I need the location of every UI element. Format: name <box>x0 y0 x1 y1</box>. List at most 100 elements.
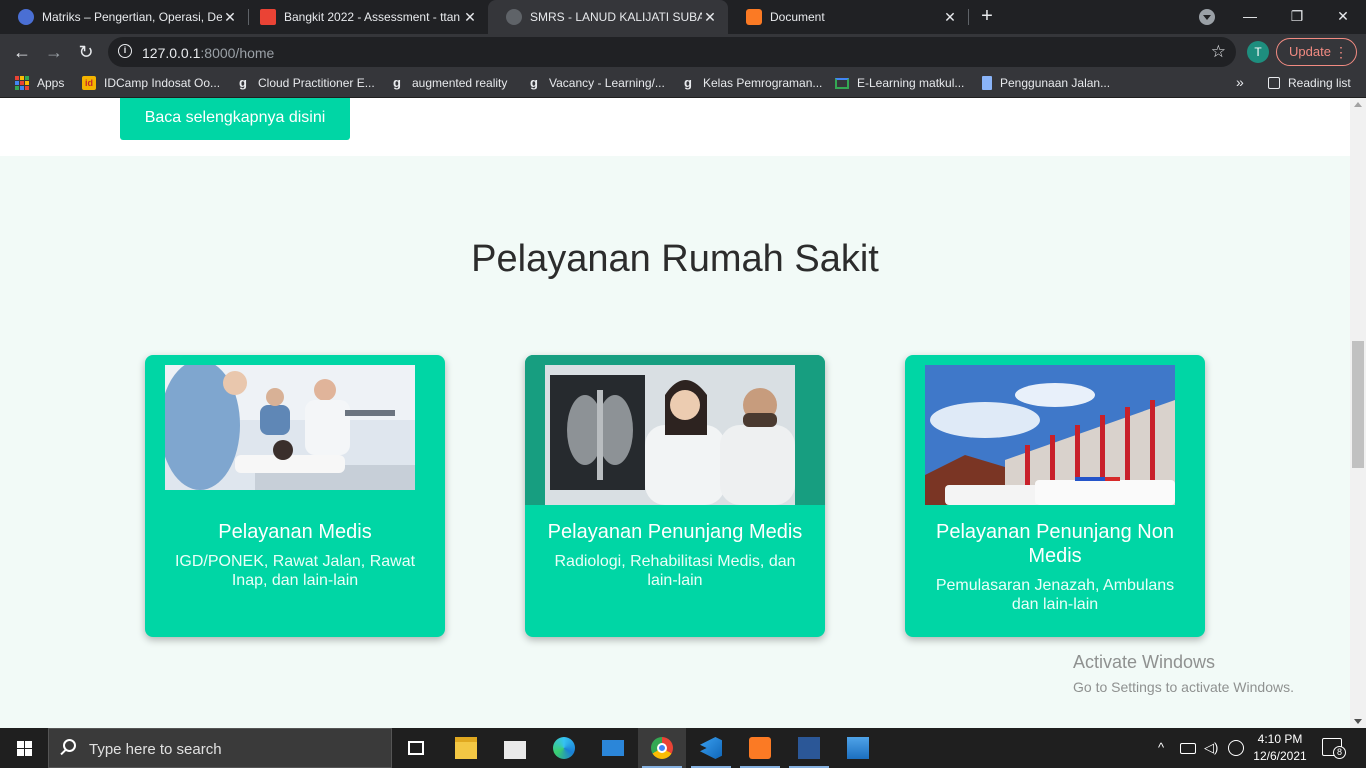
windows-logo-icon <box>17 741 24 748</box>
site-favicon-icon <box>18 9 34 25</box>
start-button[interactable] <box>0 728 48 768</box>
task-view-icon <box>408 741 424 755</box>
dicoding-icon: g <box>239 75 247 90</box>
close-window-button[interactable]: ✕ <box>1320 0 1366 34</box>
folder-icon <box>455 737 477 759</box>
maximize-button[interactable]: ❐ <box>1274 0 1320 34</box>
close-tab-icon[interactable]: ✕ <box>942 9 958 26</box>
url-path: :8000/home <box>200 45 275 61</box>
tab-title: Matriks – Pengertian, Operasi, De <box>42 10 222 24</box>
store-bag-icon <box>504 737 526 759</box>
bookmark-label: Penggunaan Jalan... <box>1000 76 1111 90</box>
bookmark-penggunaan-jalan[interactable]: Penggunaan Jalan... <box>982 76 1110 90</box>
service-card-medis[interactable]: Pelayanan Medis IGD/PONEK, Rawat Jalan, … <box>145 355 445 637</box>
read-more-button[interactable]: Baca selengkapnya disini <box>120 98 350 140</box>
bookmark-idcamp[interactable]: id IDCamp Indosat Oo... <box>82 76 220 90</box>
card-description: Pemulasaran Jenazah, Ambulans dan lain-l… <box>935 577 1175 613</box>
show-hidden-icons-icon[interactable]: ^ <box>1158 740 1164 755</box>
windows-logo-pane <box>25 749 32 756</box>
address-bar[interactable]: i 127.0.0.1:8000/home ☆ <box>108 37 1236 67</box>
close-tab-icon[interactable]: ✕ <box>702 9 718 26</box>
section-title: Pelayanan Rumah Sakit <box>471 238 879 280</box>
xampp-icon <box>746 9 762 25</box>
windows-logo-pane <box>17 749 24 756</box>
tab-search-icon[interactable] <box>1199 9 1215 25</box>
bookmarks-bar: Apps id IDCamp Indosat Oo... g Cloud Pra… <box>0 70 1366 98</box>
battery-icon[interactable] <box>1180 743 1196 754</box>
taskbar-vscode[interactable] <box>687 728 735 768</box>
notification-center-icon[interactable]: 8 <box>1322 738 1346 759</box>
taskbar-search-box[interactable]: Type here to search <box>48 728 392 768</box>
bookmark-label: IDCamp Indosat Oo... <box>104 76 221 90</box>
forward-button[interactable]: → <box>40 38 68 66</box>
update-button[interactable]: Update ⋮ <box>1276 38 1357 66</box>
minimize-button[interactable]: — <box>1227 0 1273 34</box>
page-scrollbar[interactable] <box>1350 98 1366 728</box>
clock-time: 4:10 PM <box>1257 732 1303 746</box>
activate-windows-watermark: Activate Windows Go to Settings to activ… <box>1073 652 1294 695</box>
reload-button[interactable]: ↻ <box>72 38 100 66</box>
taskbar-photos[interactable] <box>834 728 882 768</box>
taskbar-chrome[interactable] <box>638 728 686 768</box>
service-card-penunjang-non-medis[interactable]: Pelayanan Penunjang Non Medis Pemulasara… <box>905 355 1205 637</box>
dicoding-icon: g <box>684 75 692 90</box>
globe-icon <box>506 9 522 25</box>
scroll-up-arrow-icon[interactable] <box>1354 102 1362 107</box>
new-tab-button[interactable]: + <box>976 4 998 28</box>
bookmark-augmented-reality[interactable]: g augmented reality <box>390 76 508 91</box>
bookmark-star-icon[interactable]: ☆ <box>1211 42 1226 62</box>
watermark-subtitle: Go to Settings to activate Windows. <box>1073 679 1294 695</box>
windows-taskbar: Type here to search ^ ◁) 4:10 PM 12/6/20 <box>0 728 1366 768</box>
watermark-title: Activate Windows <box>1073 652 1216 672</box>
bookmark-apps[interactable]: Apps <box>15 76 64 90</box>
volume-icon[interactable]: ◁) <box>1204 740 1218 756</box>
tab-title: Document <box>770 10 825 24</box>
taskbar-edge[interactable] <box>540 728 588 768</box>
menu-dots-icon[interactable]: ⋮ <box>1334 39 1348 65</box>
tab-title: SMRS - LANUD KALIJATI SUBANG <box>530 10 702 24</box>
xampp-icon <box>749 737 771 759</box>
bookmark-label: Apps <box>37 76 65 90</box>
bookmark-cloud-practitioner[interactable]: g Cloud Practitioner E... <box>236 75 375 91</box>
back-button[interactable]: ← <box>8 38 36 66</box>
taskbar-xampp[interactable] <box>736 728 784 768</box>
bookmark-label: augmented reality <box>412 76 508 90</box>
bookmark-elearning[interactable]: E-Learning matkul... <box>835 76 964 90</box>
scrollbar-thumb[interactable] <box>1352 341 1364 468</box>
profile-avatar[interactable]: T <box>1247 41 1269 63</box>
site-info-icon[interactable]: i <box>118 44 132 58</box>
close-tab-icon[interactable]: ✕ <box>222 9 238 26</box>
search-icon <box>63 739 76 752</box>
tab-smrs[interactable]: SMRS - LANUD KALIJATI SUBANG ✕ <box>488 0 728 34</box>
taskbar-store[interactable] <box>491 728 539 768</box>
bookmarks-overflow-button[interactable]: » <box>1236 74 1244 90</box>
bookmark-kelas-pemrograman[interactable]: g Kelas Pemrograman... <box>681 75 823 91</box>
document-icon <box>982 76 992 90</box>
tab-bangkit[interactable]: Bangkit 2022 - Assessment - ttan ✕ <box>242 0 488 34</box>
network-globe-icon[interactable] <box>1228 740 1244 756</box>
bookmark-label: Kelas Pemrograman... <box>703 76 823 90</box>
url-host: 127.0.0.1 <box>142 45 201 61</box>
scroll-down-arrow-icon[interactable] <box>1354 719 1362 724</box>
taskbar-file-explorer[interactable] <box>442 728 490 768</box>
task-view-button[interactable] <box>392 728 440 768</box>
reading-list-button[interactable]: Reading list <box>1268 76 1351 90</box>
bookmark-label: Cloud Practitioner E... <box>258 76 375 90</box>
tab-title: Bangkit 2022 - Assessment - ttan <box>284 10 461 24</box>
taskbar-word[interactable] <box>785 728 833 768</box>
taskbar-mail[interactable] <box>589 728 637 768</box>
page-viewport: Baca selengkapnya disini Pelayanan Rumah… <box>0 98 1350 728</box>
bookmark-label: E-Learning matkul... <box>857 76 965 90</box>
word-icon <box>798 737 820 759</box>
system-clock[interactable]: 4:10 PM 12/6/2021 <box>1250 731 1310 765</box>
address-url[interactable]: 127.0.0.1:8000/home <box>142 45 274 61</box>
card-title: Pelayanan Penunjang Non Medis <box>936 521 1174 567</box>
tab-document[interactable]: Document ✕ <box>728 0 968 34</box>
tab-matriks[interactable]: Matriks – Pengertian, Operasi, De ✕ <box>0 0 248 34</box>
bookmark-vacancy[interactable]: g Vacancy - Learning/... <box>527 76 665 91</box>
radiology-doctors-photo <box>545 365 795 505</box>
reading-list-icon <box>1268 77 1280 89</box>
service-card-penunjang-medis[interactable]: Pelayanan Penunjang Medis Radiologi, Reh… <box>525 355 825 637</box>
close-tab-icon[interactable]: ✕ <box>462 9 478 26</box>
chrome-center-icon <box>657 743 667 753</box>
